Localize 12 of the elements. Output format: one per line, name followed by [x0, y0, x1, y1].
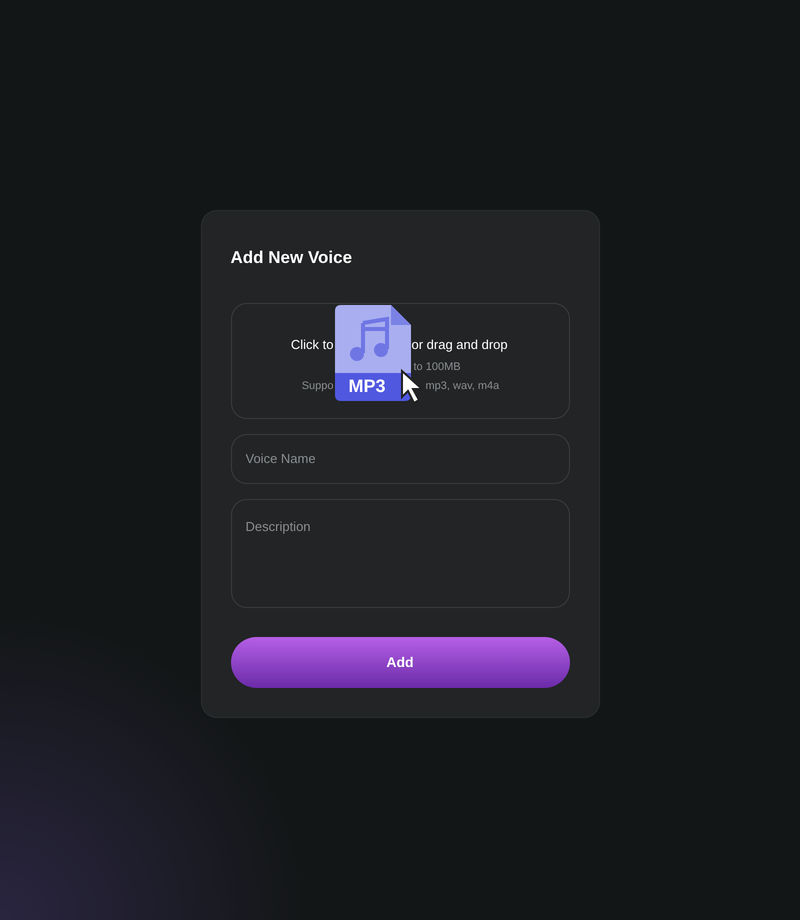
add-button[interactable]: Add: [230, 636, 570, 688]
upload-prompt: Click to: [290, 336, 334, 354]
size-limit: to 100MB: [414, 360, 461, 376]
dialog-title: Add New Voice: [230, 247, 354, 269]
description-field[interactable]: Description: [230, 498, 570, 608]
music-file-icon: [334, 305, 410, 402]
supported-formats: Suppo: [302, 378, 334, 394]
upload-dropzone[interactable]: Click to or drag and drop to 100MB Suppo MP3 mp3, wav, m4a: [230, 302, 570, 418]
voice-name-field[interactable]: Voice Name: [230, 434, 570, 484]
supported-formats: mp3, wav, m4a: [426, 378, 500, 394]
file-type-label: MP3: [348, 375, 386, 398]
upload-prompt: or drag and drop: [412, 336, 508, 354]
